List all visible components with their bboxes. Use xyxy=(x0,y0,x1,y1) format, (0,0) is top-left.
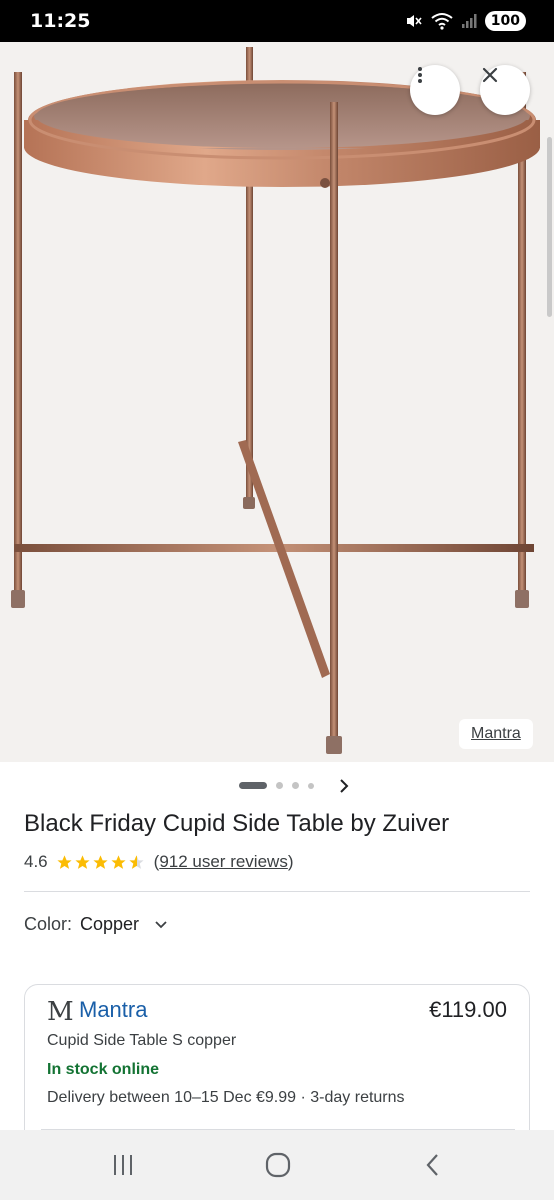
carousel-dot[interactable] xyxy=(292,782,299,789)
reviews-link[interactable]: 912 user reviews xyxy=(159,852,288,872)
rating-value: 4.6 xyxy=(24,852,48,871)
half-star-icon xyxy=(129,854,144,869)
status-icons: 100 xyxy=(405,11,526,31)
star-icon xyxy=(57,854,72,869)
rating-stars xyxy=(56,854,146,871)
image-scroll-thumb[interactable] xyxy=(547,137,552,317)
merchant-name[interactable]: Mantra xyxy=(79,997,147,1023)
color-label: Color: xyxy=(24,914,73,934)
recents-icon xyxy=(114,1155,132,1175)
carousel-indicator xyxy=(0,775,554,797)
back-button[interactable] xyxy=(413,1150,453,1180)
system-nav-bar xyxy=(0,1130,554,1200)
star-icon xyxy=(75,854,90,869)
home-button[interactable] xyxy=(258,1150,298,1180)
section-divider xyxy=(24,891,530,892)
image-source-link[interactable]: Mantra xyxy=(459,719,533,749)
chevron-down-icon xyxy=(155,920,167,928)
signal-icon xyxy=(461,14,477,28)
star-icon xyxy=(111,854,126,869)
reviews-close-paren: ) xyxy=(287,852,294,871)
status-bar: 11:25 100 xyxy=(0,0,554,42)
rating-row: 4.6 (912 user reviews) xyxy=(24,852,294,872)
wifi-icon xyxy=(431,13,453,30)
delivery-info: Delivery between 10–15 Dec €9.99 · 3-day… xyxy=(47,1089,405,1106)
recents-button[interactable] xyxy=(103,1150,143,1180)
close-button[interactable] xyxy=(480,65,530,115)
back-icon xyxy=(426,1154,438,1176)
star-icon xyxy=(93,854,108,869)
battery-badge: 100 xyxy=(484,11,526,31)
color-value: Copper xyxy=(80,914,140,934)
carousel-dot[interactable] xyxy=(308,783,314,789)
home-icon xyxy=(265,1152,291,1178)
carousel-dot[interactable] xyxy=(276,782,283,789)
chevron-right-icon[interactable] xyxy=(336,775,352,797)
more-options-button[interactable] xyxy=(410,65,460,115)
copper-side-table-photo xyxy=(11,47,540,754)
status-time: 11:25 xyxy=(30,10,91,32)
more-vert-icon xyxy=(418,67,422,83)
carousel-dot[interactable] xyxy=(239,782,267,789)
product-image[interactable] xyxy=(0,42,554,762)
close-icon xyxy=(482,67,498,83)
offer-product-name: Cupid Side Table S copper xyxy=(47,1032,237,1049)
color-selector[interactable]: Color: Copper xyxy=(24,914,169,935)
offer-price: €119.00 xyxy=(429,997,507,1022)
mute-icon xyxy=(406,15,422,27)
product-title: Black Friday Cupid Side Table by Zuiver xyxy=(24,810,450,837)
offer-card[interactable]: M Mantra €119.00 Cupid Side Table S copp… xyxy=(24,984,530,1144)
merchant-logo: M xyxy=(47,997,74,1027)
stock-status: In stock online xyxy=(47,1061,160,1078)
